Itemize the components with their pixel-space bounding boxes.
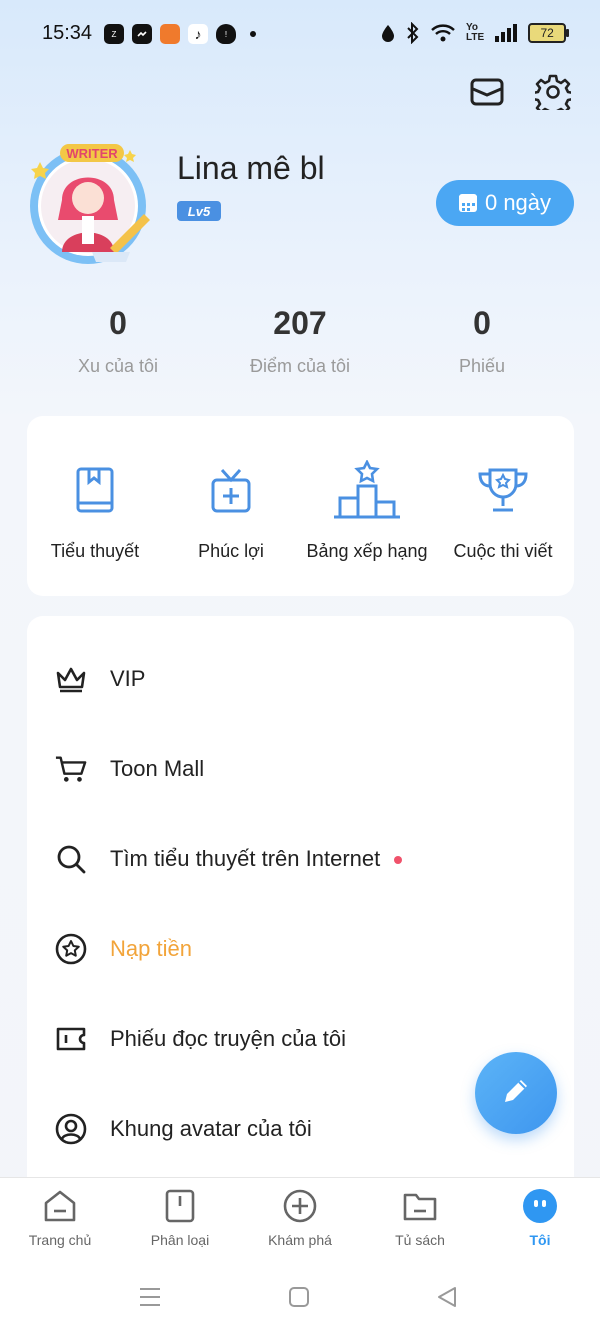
status-bar: 15:34 Z ♪ ! Yo LTE 72 bbox=[0, 0, 600, 70]
more-notifications-icon bbox=[250, 31, 256, 37]
search-icon bbox=[55, 843, 87, 875]
calendar-icon bbox=[458, 194, 477, 212]
avatar-frame-icon bbox=[55, 1113, 87, 1145]
stat-label: Điểm của tôi bbox=[249, 356, 351, 376]
menu-label: Toon Mall bbox=[110, 756, 205, 781]
bottom-navigation: Trang chủ Phân loại Khám phá Tủ sách Tôi bbox=[0, 1177, 600, 1268]
wifi-icon bbox=[431, 24, 455, 42]
feature-label: Tiểu thuyết bbox=[50, 541, 140, 561]
messenger-icon bbox=[132, 24, 152, 44]
menu-item-search-internet[interactable]: Tìm tiểu thuyết trên Internet bbox=[27, 814, 574, 904]
trophy-icon bbox=[435, 458, 571, 522]
status-time: 15:34 bbox=[42, 22, 93, 44]
level-badge: Lv5 bbox=[177, 201, 221, 221]
category-icon bbox=[120, 1186, 240, 1226]
stat-coins[interactable]: 0 Xu của tôi bbox=[18, 305, 218, 377]
star-coin-icon bbox=[55, 933, 87, 965]
stat-points[interactable]: 207 Điểm của tôi bbox=[200, 305, 400, 377]
nav-label: Khám phá bbox=[268, 1232, 332, 1248]
menu-label: Khung avatar của tôi bbox=[110, 1116, 312, 1141]
feature-label: Cuộc thi viết bbox=[453, 541, 553, 561]
signal-icon bbox=[495, 24, 518, 42]
back-button-icon[interactable] bbox=[435, 1285, 459, 1314]
stat-value: 207 bbox=[273, 305, 327, 341]
explore-icon bbox=[240, 1186, 360, 1226]
nav-explore[interactable]: Khám phá bbox=[240, 1186, 360, 1248]
avatar[interactable]: WRITER bbox=[22, 140, 158, 270]
data-saver-icon bbox=[382, 25, 394, 42]
nav-me[interactable]: Tôi bbox=[480, 1186, 600, 1248]
feature-label: Bảng xếp hạng bbox=[306, 541, 428, 561]
checkin-label: 0 ngày bbox=[484, 190, 552, 215]
status-system-icons: Yo LTE 72 bbox=[380, 22, 570, 44]
menu-item-toon-mall[interactable]: Toon Mall bbox=[27, 724, 574, 814]
nav-label: Tủ sách bbox=[395, 1232, 445, 1248]
pencil-icon bbox=[499, 1074, 533, 1113]
menu-label-text: Tìm tiểu thuyết trên Internet bbox=[110, 846, 381, 871]
volte-icon: Yo LTE bbox=[466, 22, 485, 43]
podium-icon bbox=[299, 458, 435, 522]
write-fab-button[interactable] bbox=[475, 1052, 557, 1134]
game-icon bbox=[160, 24, 180, 44]
stat-tickets[interactable]: 0 Phiếu bbox=[382, 305, 582, 377]
cart-icon bbox=[55, 753, 87, 785]
shield-icon: ! bbox=[216, 24, 236, 44]
menu-label: Nạp tiền bbox=[110, 936, 192, 961]
notification-dot bbox=[394, 856, 403, 865]
stat-value: 0 bbox=[109, 305, 127, 341]
settings-gear-icon[interactable] bbox=[533, 72, 573, 112]
menu-item-top-up[interactable]: Nạp tiền bbox=[27, 904, 574, 994]
bluetooth-icon bbox=[407, 22, 419, 44]
stat-value: 0 bbox=[473, 305, 491, 341]
nav-label: Trang chủ bbox=[28, 1232, 92, 1248]
battery-icon: 72 bbox=[528, 23, 570, 43]
home-button-icon[interactable] bbox=[287, 1285, 311, 1314]
username: Lina mê bl bbox=[177, 150, 325, 186]
bookshelf-icon bbox=[360, 1186, 480, 1226]
system-navigation-bar bbox=[0, 1267, 600, 1333]
stat-label: Phiếu bbox=[458, 356, 506, 376]
mail-icon[interactable] bbox=[467, 72, 507, 112]
crown-icon bbox=[55, 663, 87, 695]
nav-label: Tôi bbox=[529, 1232, 551, 1248]
feature-card: Tiểu thuyết Phúc lợi Bảng xếp hạng Cuộc … bbox=[27, 416, 574, 596]
nav-category[interactable]: Phân loại bbox=[120, 1186, 240, 1248]
home-icon bbox=[0, 1186, 120, 1226]
me-icon bbox=[480, 1186, 600, 1226]
menu-label: VIP bbox=[110, 666, 146, 691]
tiktok-icon: ♪ bbox=[188, 24, 208, 44]
feature-rankings[interactable]: Bảng xếp hạng bbox=[299, 458, 435, 562]
feature-writing-contest[interactable]: Cuộc thi viết bbox=[435, 458, 571, 562]
menu-item-vip[interactable]: VIP bbox=[27, 634, 574, 724]
feature-benefits[interactable]: Phúc lợi bbox=[163, 458, 299, 562]
checkin-button[interactable]: 0 ngày bbox=[436, 180, 574, 226]
menu-label: Phiếu đọc truyện của tôi bbox=[110, 1026, 347, 1051]
avatar-frame-text: WRITER bbox=[66, 146, 118, 161]
recent-apps-icon[interactable] bbox=[138, 1285, 162, 1314]
feature-novels[interactable]: Tiểu thuyết bbox=[27, 458, 163, 562]
stat-label: Xu của tôi bbox=[77, 356, 159, 376]
zalo-icon: Z bbox=[104, 24, 124, 44]
menu-label: Tìm tiểu thuyết trên Internet bbox=[110, 846, 403, 872]
nav-bookshelf[interactable]: Tủ sách bbox=[360, 1186, 480, 1248]
nav-label: Phân loại bbox=[150, 1232, 210, 1248]
book-icon bbox=[27, 458, 163, 522]
status-app-icons: Z ♪ ! bbox=[104, 24, 256, 44]
feature-label: Phúc lợi bbox=[198, 541, 264, 561]
gift-icon bbox=[163, 458, 299, 522]
ticket-icon bbox=[55, 1023, 87, 1055]
nav-home[interactable]: Trang chủ bbox=[0, 1186, 120, 1248]
